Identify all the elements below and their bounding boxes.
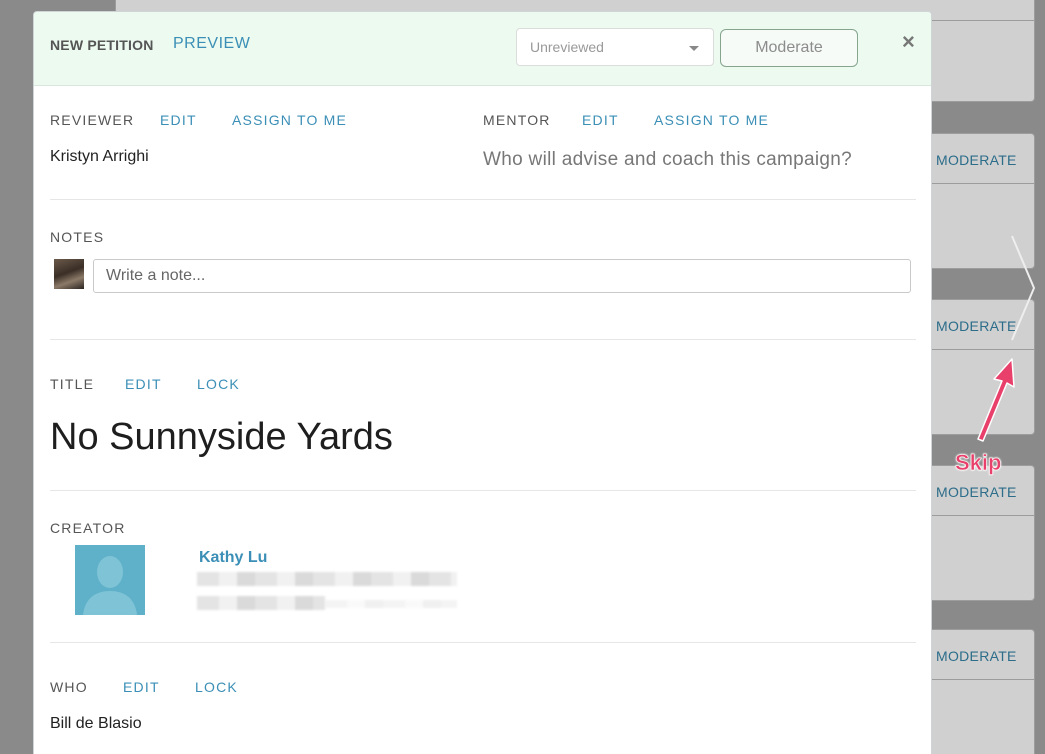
preview-link[interactable]: PREVIEW — [173, 35, 250, 53]
reviewer-label: REVIEWER — [50, 112, 135, 128]
background-moderate-link[interactable]: MODERATE — [936, 318, 1017, 334]
status-select[interactable]: Unreviewed — [516, 28, 714, 66]
section-divider — [50, 642, 916, 643]
petition-title: No Sunnyside Yards — [50, 416, 393, 458]
mentor-assign-link[interactable]: ASSIGN TO ME — [654, 112, 769, 128]
person-silhouette-icon — [83, 556, 137, 615]
background-left-strip — [0, 0, 34, 754]
background-moderate-link[interactable]: MODERATE — [936, 648, 1017, 664]
title-label: TITLE — [50, 376, 95, 392]
who-label: WHO — [50, 679, 88, 695]
creator-name-link[interactable]: Kathy Lu — [199, 549, 267, 567]
who-lock-link[interactable]: LOCK — [195, 679, 238, 695]
reviewer-value: Kristyn Arrighi — [50, 148, 149, 165]
title-lock-link[interactable]: LOCK — [197, 376, 240, 392]
avatar — [54, 259, 84, 289]
note-input[interactable] — [93, 259, 911, 293]
creator-avatar[interactable] — [75, 545, 145, 615]
who-value: Bill de Blasio — [50, 715, 142, 732]
annotation-arrow-icon — [977, 358, 1015, 442]
chevron-right-icon[interactable] — [1008, 232, 1040, 344]
petition-modal: NEW PETITION PREVIEW Unreviewed Moderate… — [33, 11, 932, 754]
moderate-button[interactable]: Moderate — [720, 29, 858, 67]
section-divider — [50, 339, 916, 340]
who-edit-link[interactable]: EDIT — [123, 679, 160, 695]
mentor-placeholder[interactable]: Who will advise and coach this campaign? — [483, 149, 852, 171]
skip-annotation-label: Skip — [955, 450, 1002, 476]
reviewer-assign-link[interactable]: ASSIGN TO ME — [232, 112, 347, 128]
background-moderate-link[interactable]: MODERATE — [936, 484, 1017, 500]
modal-title: NEW PETITION — [50, 37, 154, 53]
notes-label: NOTES — [50, 229, 105, 245]
creator-label: CREATOR — [50, 520, 126, 536]
mentor-edit-link[interactable]: EDIT — [582, 112, 619, 128]
chevron-down-icon — [689, 46, 699, 51]
redacted-info — [197, 596, 325, 610]
redacted-email — [197, 572, 457, 586]
section-divider — [50, 490, 916, 491]
section-divider — [50, 199, 916, 200]
modal-header: NEW PETITION PREVIEW Unreviewed Moderate… — [34, 12, 931, 86]
reviewer-edit-link[interactable]: EDIT — [160, 112, 197, 128]
close-icon[interactable]: × — [902, 29, 915, 55]
background-moderate-link[interactable]: MODERATE — [936, 152, 1017, 168]
title-edit-link[interactable]: EDIT — [125, 376, 162, 392]
status-select-value: Unreviewed — [530, 39, 604, 55]
mentor-label: MENTOR — [483, 112, 551, 128]
redacted-info-faint — [325, 600, 457, 608]
